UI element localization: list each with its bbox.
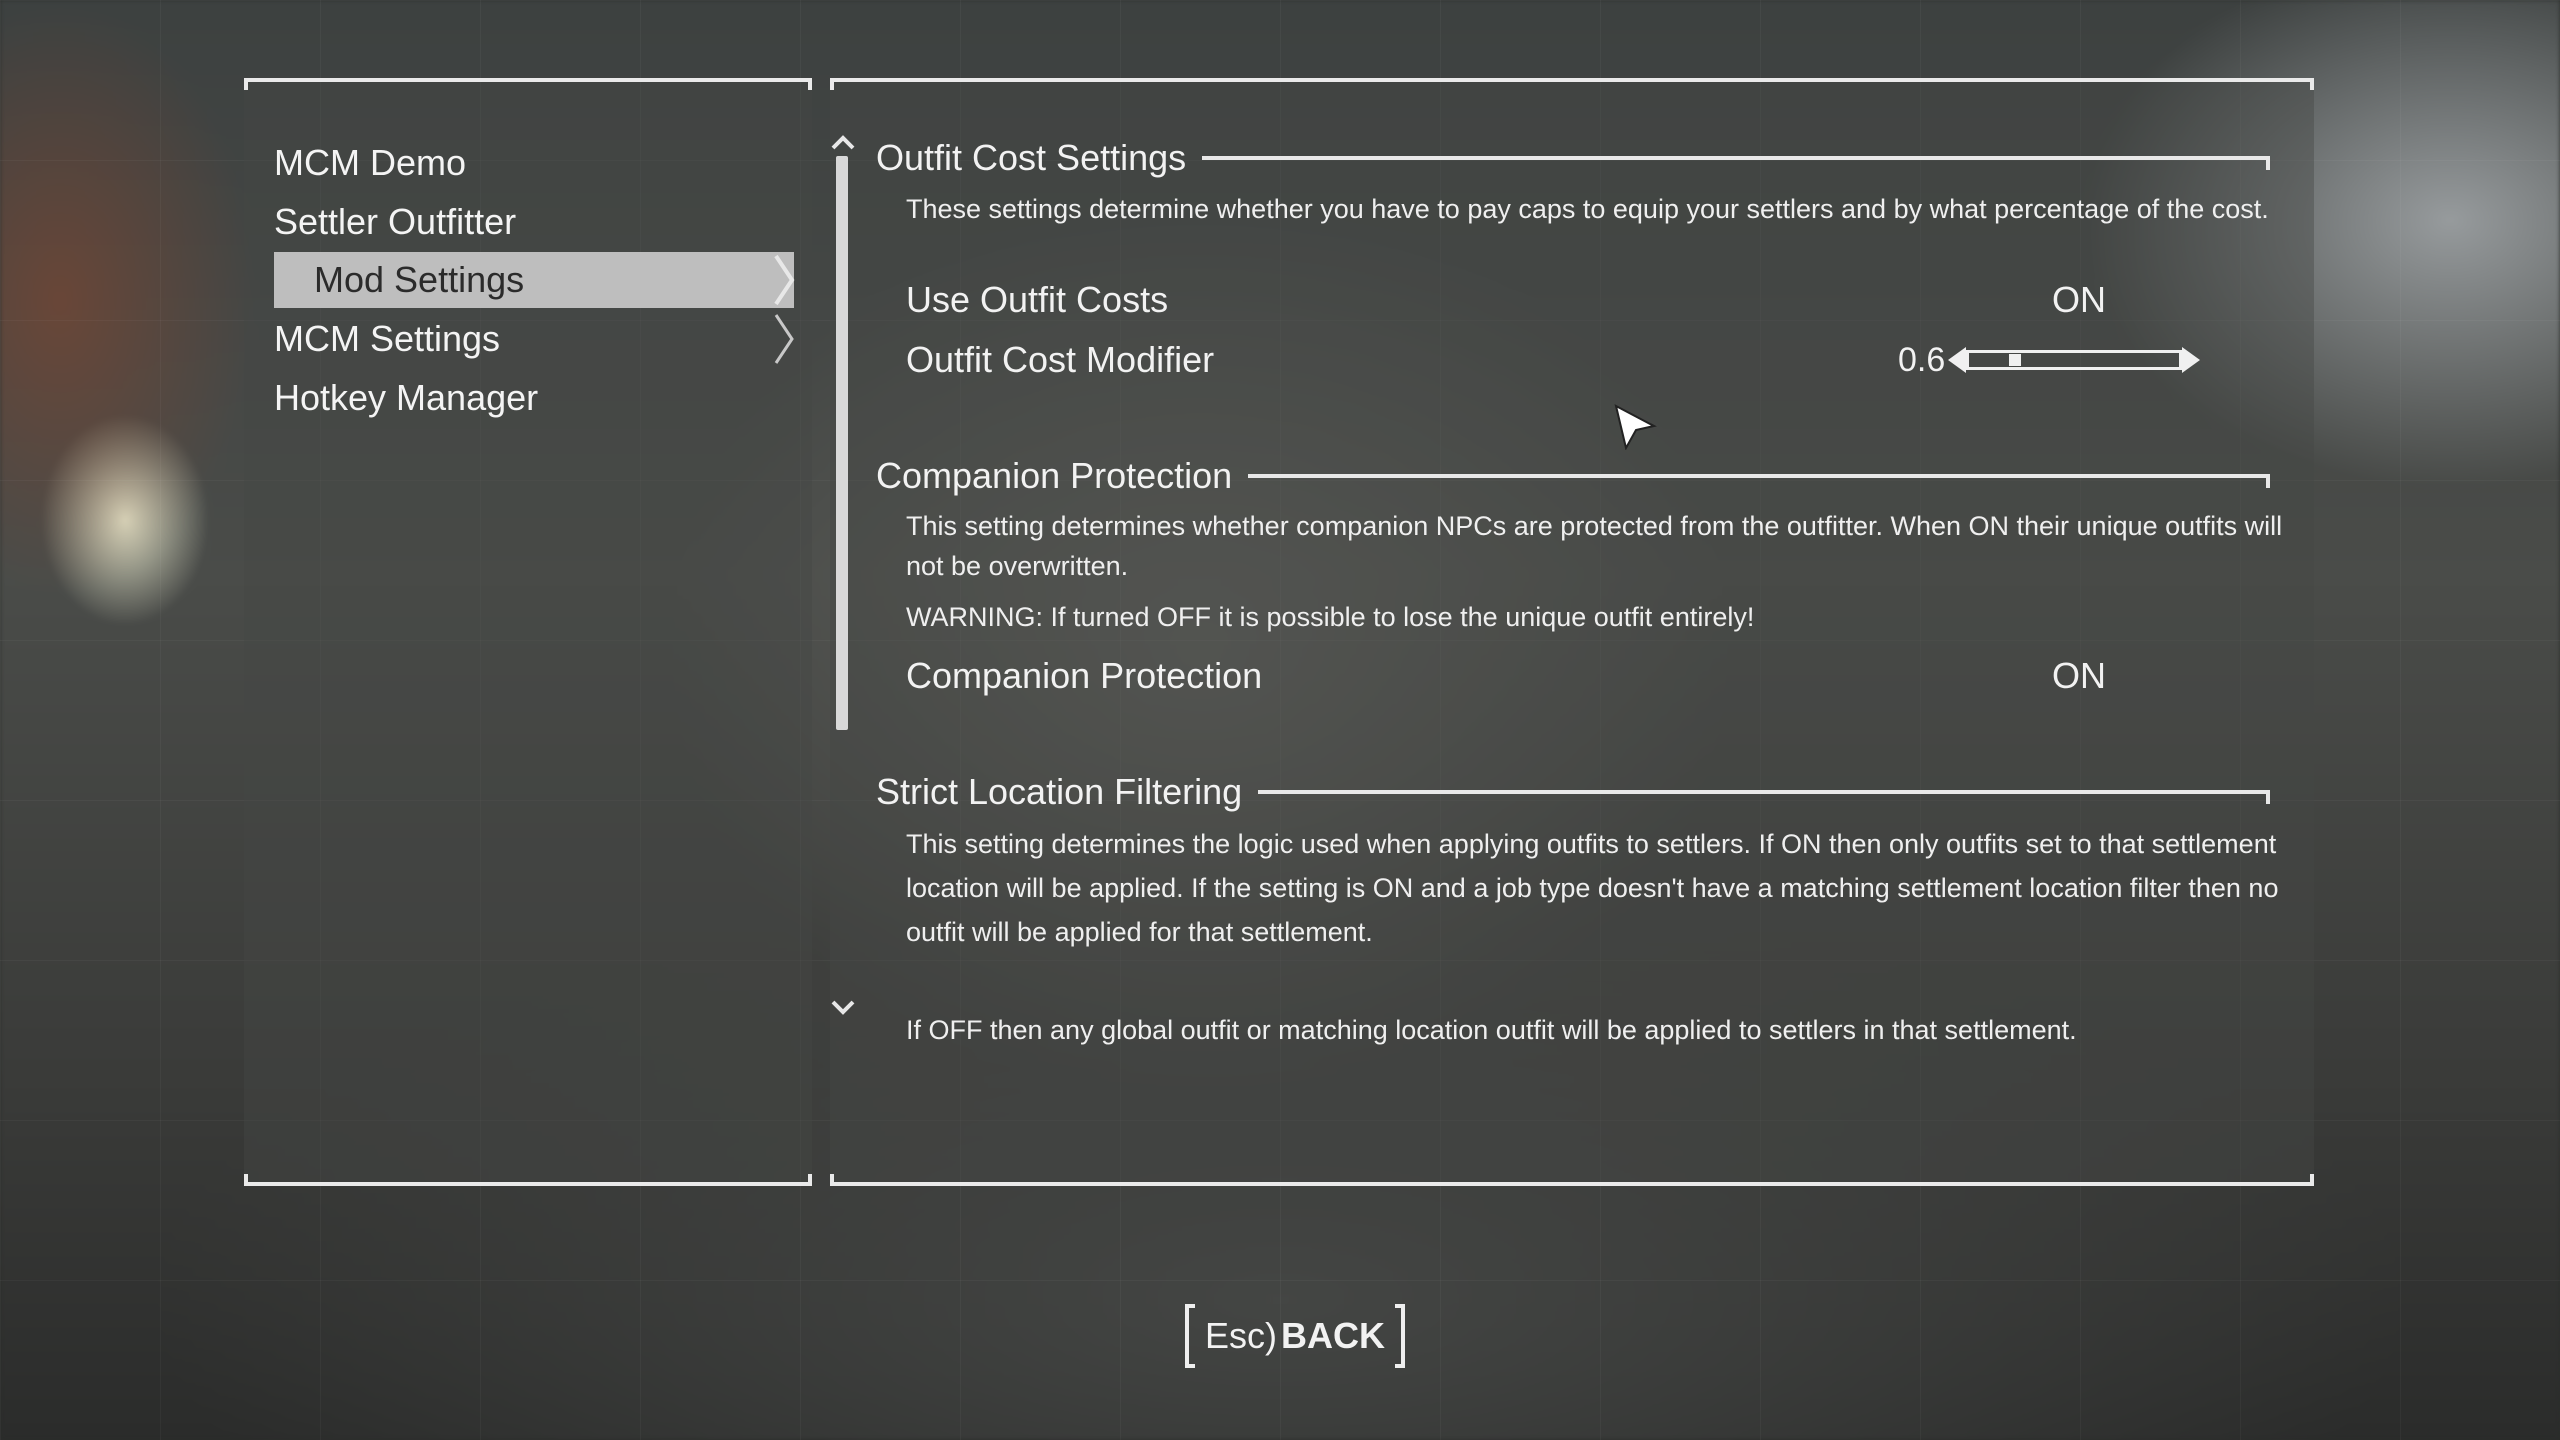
slider-left-arrow-icon[interactable] <box>1948 347 1966 373</box>
menu-item-mcm-demo[interactable]: MCM Demo <box>274 135 794 191</box>
toggle-companion-protection[interactable]: ON <box>2052 652 2172 700</box>
section-description: These settings determine whether you hav… <box>906 194 2269 224</box>
scroll-down-icon[interactable] <box>830 998 856 1018</box>
menu-item-label: Settler Outfitter <box>274 201 517 242</box>
section-warning: WARNING: If turned OFF it is possible to… <box>906 602 1755 632</box>
back-button[interactable]: Esc) BACK <box>1185 1302 1405 1370</box>
toggle-use-outfit-costs[interactable]: ON <box>2052 276 2172 324</box>
menu-item-label: MCM Demo <box>274 142 467 183</box>
back-key-hint: Esc) <box>1205 1315 1277 1356</box>
menu-item-settler-outfitter[interactable]: Settler Outfitter <box>274 194 794 250</box>
setting-label-companion-protection[interactable]: Companion Protection <box>906 652 1262 700</box>
settings-panel: Outfit Cost Settings These settings dete… <box>830 78 2314 1186</box>
section-description: This setting determines the logic used w… <box>906 829 2279 947</box>
mouse-pointer-icon <box>1614 404 1657 450</box>
setting-label-outfit-cost-modifier[interactable]: Outfit Cost Modifier <box>906 336 1214 384</box>
outfit-cost-modifier-slider[interactable] <box>1966 350 2182 370</box>
section-header-companion-protection: Companion Protection <box>876 454 2270 498</box>
section-description-secondary: If OFF then any global outfit or matchin… <box>906 1015 2077 1045</box>
menu-item-hotkey-manager[interactable]: Hotkey Manager <box>274 370 794 426</box>
bracket-right-icon <box>1395 1304 1405 1368</box>
slider-value: 0.6 <box>1898 341 1946 379</box>
menu-item-label: Mod Settings <box>314 259 525 300</box>
section-header-outfit-cost: Outfit Cost Settings <box>876 136 2270 180</box>
menu-item-label: MCM Settings <box>274 318 501 359</box>
menu-item-label: Hotkey Manager <box>274 377 539 418</box>
mod-list-panel: MCM Demo Settler Outfitter Mod Settings … <box>244 78 812 1186</box>
section-divider <box>1258 790 2270 804</box>
chevron-right-icon <box>774 314 794 364</box>
slider-right-arrow-icon[interactable] <box>2182 347 2200 373</box>
back-label: BACK <box>1281 1315 1385 1356</box>
bracket-left-icon <box>1185 1304 1195 1368</box>
menu-item-mod-settings[interactable]: Mod Settings <box>274 252 795 308</box>
menu-item-mcm-settings[interactable]: MCM Settings <box>274 311 794 367</box>
chevron-right-icon <box>774 254 795 306</box>
section-title: Strict Location Filtering <box>876 771 1243 812</box>
section-divider <box>1202 156 2270 170</box>
section-title: Companion Protection <box>876 455 1233 496</box>
slider-knob[interactable] <box>2009 354 2021 366</box>
section-description: This setting determines whether companio… <box>906 511 2283 581</box>
setting-label-use-outfit-costs[interactable]: Use Outfit Costs <box>906 276 1168 324</box>
section-title: Outfit Cost Settings <box>876 137 1187 178</box>
scroll-up-icon[interactable] <box>830 132 856 152</box>
section-header-strict-location: Strict Location Filtering <box>876 770 2270 814</box>
scrollbar[interactable] <box>836 156 848 730</box>
section-divider <box>1248 474 2270 488</box>
